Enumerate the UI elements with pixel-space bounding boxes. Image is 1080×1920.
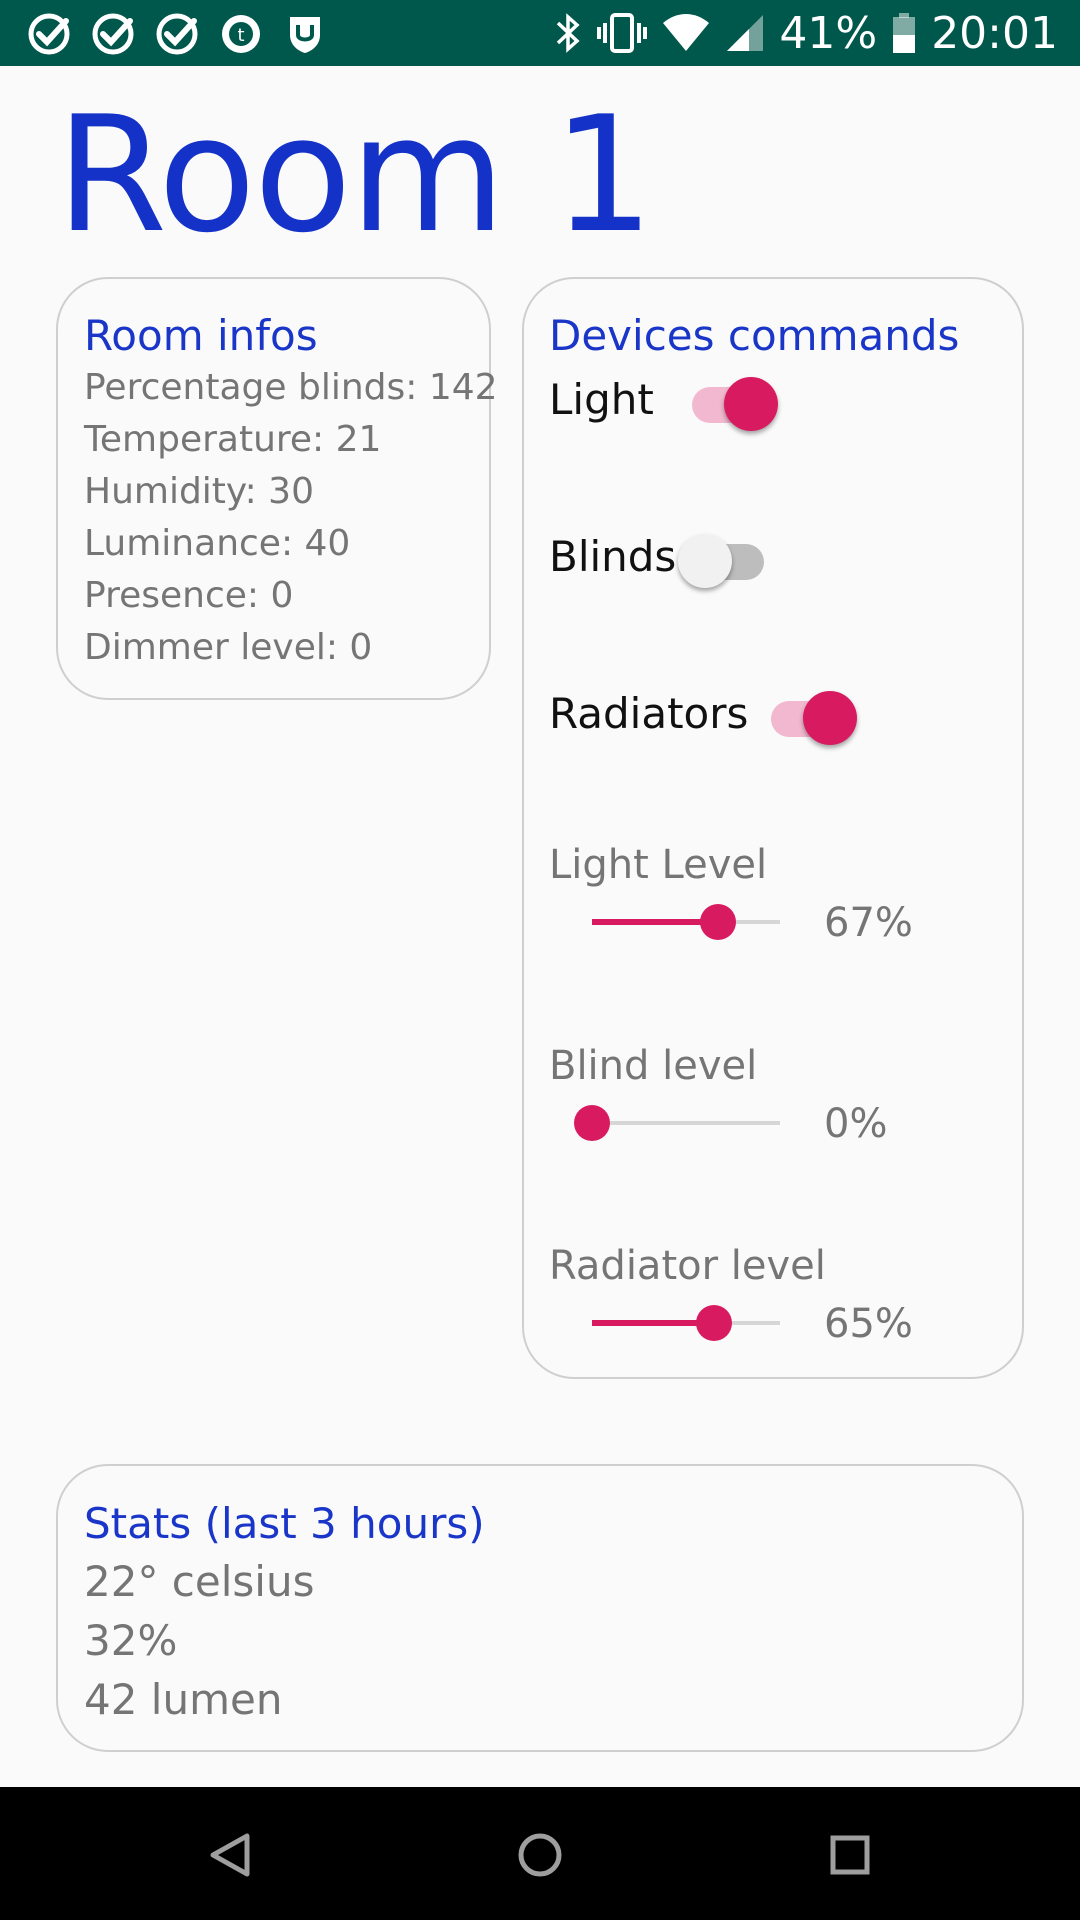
status-bar: t 41% 20:01 — [0, 0, 1080, 66]
devices-commands-heading: Devices commands — [549, 311, 960, 360]
slider-knob[interactable] — [696, 1305, 732, 1341]
room-infos-heading: Room infos — [84, 311, 318, 360]
battery-icon — [893, 13, 916, 53]
switch-thumb — [803, 691, 857, 745]
vibrate-icon — [597, 13, 648, 53]
tumblr-notification-icon: t — [222, 15, 260, 53]
blinds-switch-label: Blinds — [549, 532, 677, 581]
stats-card: Stats (last 3 hours) 22° celsius 32% 42 … — [56, 1464, 1024, 1752]
back-icon — [210, 1833, 250, 1877]
light-switch-label: Light — [549, 375, 654, 424]
back-button[interactable] — [190, 1815, 270, 1895]
svg-text:t: t — [237, 25, 244, 46]
notification-icons: t — [26, 11, 328, 57]
signal-icon — [727, 15, 764, 51]
light-level-slider[interactable] — [592, 902, 780, 942]
switch-thumb — [678, 534, 732, 588]
radiators-switch[interactable] — [763, 687, 857, 745]
recents-button[interactable] — [810, 1815, 890, 1895]
check-circle-icon — [156, 13, 198, 55]
info-percentage-blinds: Percentage blinds: 142 — [84, 367, 498, 408]
blind-level-slider[interactable] — [574, 1103, 780, 1143]
devices-commands-card: Devices commands Light Blinds Radiators … — [522, 277, 1024, 1379]
blind-level-label: Blind level — [549, 1043, 758, 1089]
blinds-switch[interactable] — [678, 530, 772, 588]
home-button[interactable] — [500, 1815, 580, 1895]
info-temperature: Temperature: 21 — [84, 419, 382, 460]
stat-luminance: 42 lumen — [84, 1675, 283, 1724]
wifi-icon — [663, 14, 710, 51]
status-icons: 41% 20:01 — [553, 0, 1058, 66]
navigation-bar — [0, 1787, 1080, 1920]
recents-icon — [830, 1835, 870, 1875]
slider-knob[interactable] — [700, 904, 736, 940]
page-title: Room 1 — [56, 81, 654, 268]
slider-knob[interactable] — [574, 1105, 610, 1141]
info-luminance: Luminance: 40 — [84, 523, 351, 564]
light-switch[interactable] — [684, 373, 778, 431]
info-presence: Presence: 0 — [84, 575, 294, 616]
stat-humidity: 32% — [84, 1616, 178, 1665]
home-icon — [518, 1833, 562, 1877]
radiator-level-value: 65% — [824, 1301, 913, 1347]
room-infos-card: Room infos Percentage blinds: 142 Temper… — [56, 277, 498, 700]
radiators-switch-label: Radiators — [549, 689, 749, 738]
radiator-level-slider[interactable] — [592, 1303, 780, 1343]
stat-temperature: 22° celsius — [84, 1557, 315, 1606]
switch-thumb — [724, 377, 778, 431]
check-circle-icon — [28, 13, 70, 55]
light-level-label: Light Level — [549, 842, 768, 888]
bluetooth-icon — [557, 13, 580, 53]
blind-level-value: 0% — [824, 1101, 888, 1147]
battery-percent: 41% — [779, 7, 878, 59]
light-level-value: 67% — [824, 900, 913, 946]
clock: 20:01 — [931, 7, 1058, 59]
info-dimmer-level: Dimmer level: 0 — [84, 627, 373, 668]
check-circle-icon — [92, 13, 134, 55]
stats-heading: Stats (last 3 hours) — [84, 1499, 485, 1548]
radiator-level-label: Radiator level — [549, 1243, 826, 1289]
shield-notification-icon — [290, 17, 320, 53]
slider-rail — [592, 1121, 780, 1125]
info-humidity: Humidity: 30 — [84, 471, 314, 512]
